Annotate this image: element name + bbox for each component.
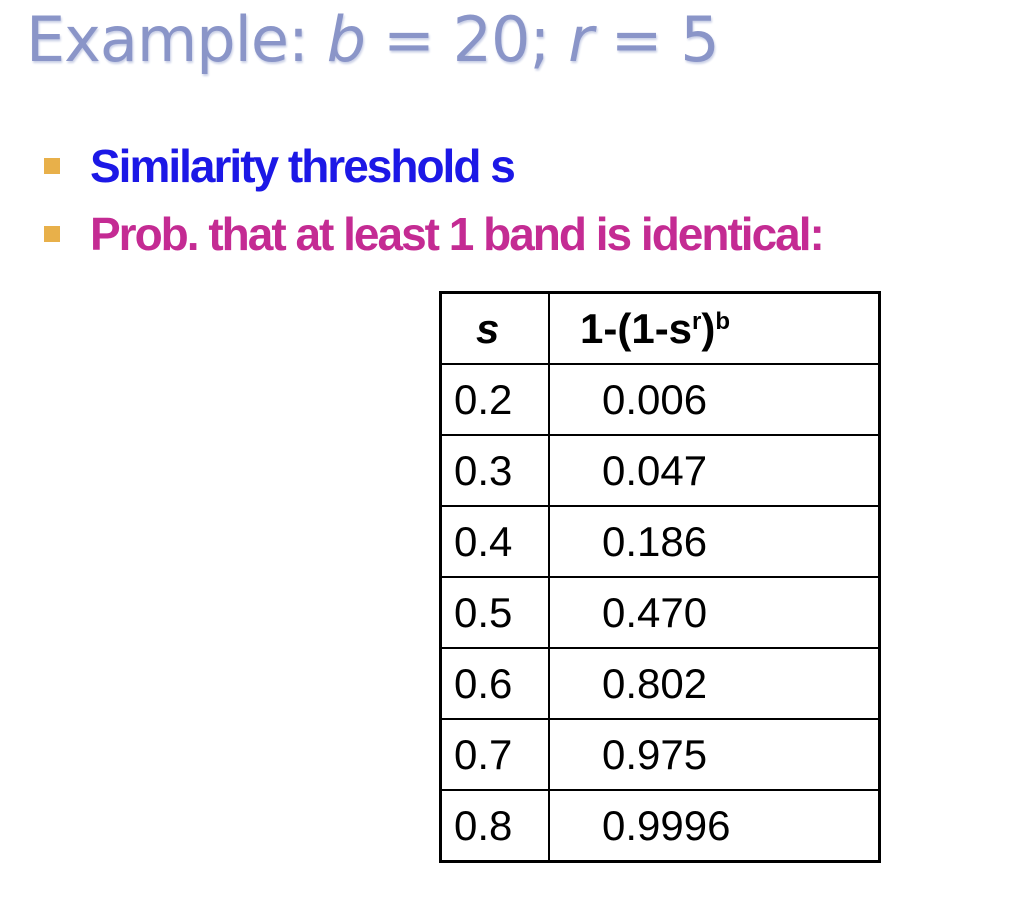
table-row: 0.3 0.047	[439, 434, 881, 507]
probability-table-container: s 1-(1-sr)b 0.2 0.006 0.3 0.047 0.4 0.18…	[439, 291, 881, 863]
title-b-variable: b	[326, 3, 366, 76]
cell-s: 0.2	[439, 363, 550, 436]
probability-table: s 1-(1-sr)b 0.2 0.006 0.3 0.047 0.4 0.18…	[439, 291, 881, 863]
square-bullet-icon	[44, 158, 60, 174]
cell-probability: 0.186	[548, 505, 881, 578]
header-formula: 1-(1-sr)b	[548, 291, 881, 365]
bullet-text: Similarity threshold s	[90, 140, 516, 192]
table-row: 0.7 0.975	[439, 718, 881, 791]
cell-s: 0.4	[439, 505, 550, 578]
cell-probability: 0.047	[548, 434, 881, 507]
cell-probability: 0.802	[548, 647, 881, 720]
header-s: s	[439, 291, 550, 365]
slide-title: Example: b = 20; r = 5	[26, 3, 720, 76]
table-row: 0.4 0.186	[439, 505, 881, 578]
title-prefix: Example:	[26, 3, 309, 76]
bullet-text: Prob. that at least 1 band is identical:	[90, 208, 825, 260]
cell-s: 0.6	[439, 647, 550, 720]
title-r-value: = 5	[610, 3, 720, 76]
bullet-list: Similarity threshold s Prob. that at lea…	[44, 132, 825, 268]
cell-probability: 0.9996	[548, 789, 881, 863]
table-row: 0.6 0.802	[439, 647, 881, 720]
cell-probability: 0.470	[548, 576, 881, 649]
table-row: 0.2 0.006	[439, 363, 881, 436]
cell-s: 0.5	[439, 576, 550, 649]
bullet-item-probability: Prob. that at least 1 band is identical:	[44, 200, 825, 268]
formula-close: )	[701, 304, 716, 352]
title-r-variable: r	[568, 3, 593, 76]
square-bullet-icon	[44, 226, 60, 242]
table-header-row: s 1-(1-sr)b	[439, 291, 881, 365]
title-b-value: = 20;	[382, 3, 550, 76]
formula-sup-r: r	[692, 307, 702, 335]
cell-s: 0.7	[439, 718, 550, 791]
table-row: 0.5 0.470	[439, 576, 881, 649]
formula-main: 1-(1-s	[580, 304, 693, 352]
cell-s: 0.8	[439, 789, 550, 863]
table-row: 0.8 0.9996	[439, 789, 881, 863]
bullet-item-similarity-threshold: Similarity threshold s	[44, 132, 823, 200]
cell-s: 0.3	[439, 434, 550, 507]
cell-probability: 0.975	[548, 718, 881, 791]
formula-sup-b: b	[715, 307, 731, 335]
cell-probability: 0.006	[548, 363, 881, 436]
